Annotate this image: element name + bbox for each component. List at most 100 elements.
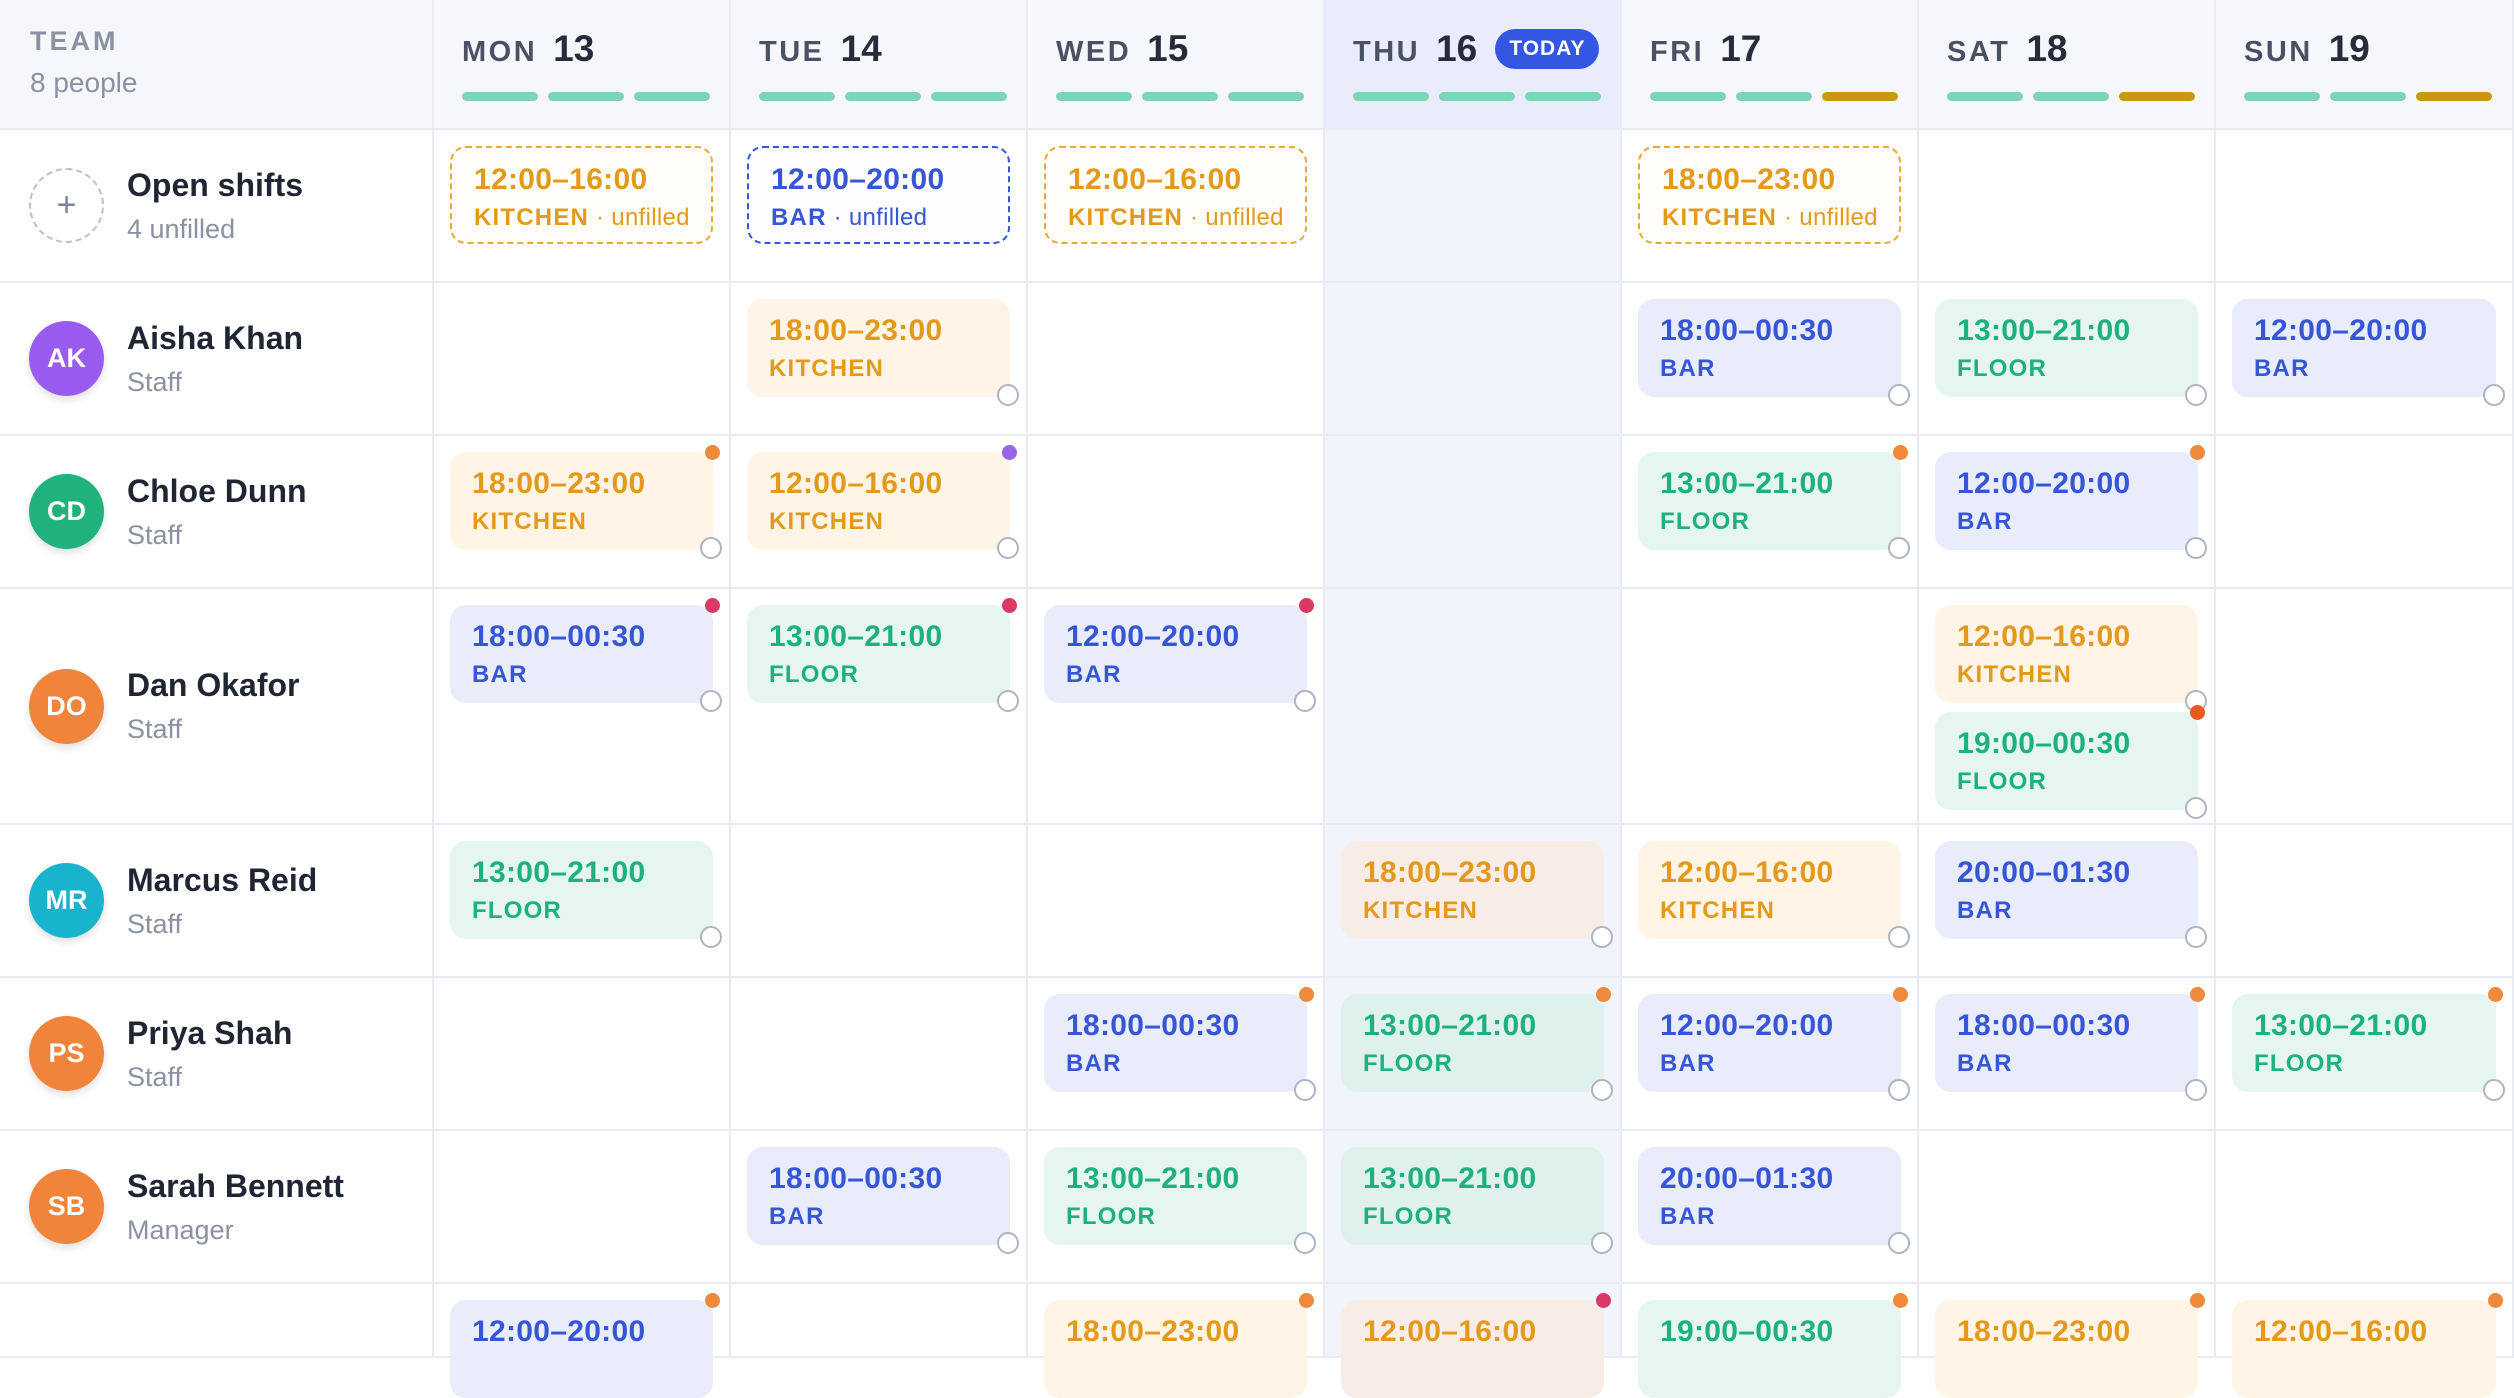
team-member[interactable]	[0, 1284, 434, 1358]
day-header-wed[interactable]: WED 15	[1028, 0, 1325, 130]
schedule-cell[interactable]: 18:00–23:00 KITCHEN	[1325, 825, 1622, 978]
shift-card[interactable]: 13:00–21:00 FLOOR	[1341, 1147, 1613, 1254]
shift-card[interactable]: 18:00–23:00	[1935, 1293, 2205, 1398]
shift-card[interactable]: 18:00–23:00 KITCHEN	[1341, 841, 1613, 948]
schedule-cell[interactable]	[731, 1284, 1028, 1358]
confirm-toggle[interactable]	[1591, 926, 1613, 948]
team-member[interactable]: CD Chloe Dunn Staff	[0, 436, 434, 589]
shift-card[interactable]: 20:00–01:30 BAR	[1638, 1147, 1910, 1254]
shift-card[interactable]: 18:00–00:30 BAR	[747, 1147, 1019, 1254]
schedule-cell[interactable]: 13:00–21:00 FLOOR	[1622, 436, 1919, 589]
schedule-cell[interactable]: 19:00–00:30	[1622, 1284, 1919, 1398]
schedule-cell[interactable]	[1919, 130, 2216, 283]
schedule-cell[interactable]	[1325, 589, 1622, 825]
confirm-toggle[interactable]	[2185, 384, 2207, 406]
schedule-cell[interactable]: 18:00–23:00	[1028, 1284, 1325, 1398]
shift-card[interactable]: 12:00–16:00	[2232, 1293, 2503, 1398]
schedule-cell[interactable]: 18:00–00:30 BAR	[1622, 283, 1919, 436]
confirm-toggle[interactable]	[997, 690, 1019, 712]
shift-card[interactable]: 12:00–20:00 BAR	[1638, 987, 1910, 1101]
shift-card[interactable]: 12:00–16:00 KITCHEN · unfilled	[450, 146, 713, 244]
shift-card[interactable]: 13:00–21:00 FLOOR	[2232, 987, 2505, 1101]
schedule-cell[interactable]	[1919, 1131, 2216, 1284]
day-header-sun[interactable]: SUN 19	[2216, 0, 2514, 130]
schedule-cell[interactable]: 20:00–01:30 BAR	[1919, 825, 2216, 978]
confirm-toggle[interactable]	[1888, 1232, 1910, 1254]
confirm-toggle[interactable]	[2185, 797, 2207, 819]
schedule-cell[interactable]: 12:00–20:00 BAR	[1919, 436, 2216, 589]
schedule-cell[interactable]	[731, 825, 1028, 978]
schedule-cell[interactable]: 18:00–00:30 BAR	[1919, 978, 2216, 1131]
schedule-cell[interactable]	[2216, 436, 2514, 589]
shift-card[interactable]: 13:00–21:00 FLOOR	[1341, 987, 1613, 1101]
schedule-cell[interactable]	[434, 978, 731, 1131]
shift-card[interactable]: 12:00–20:00 BAR	[1935, 445, 2207, 559]
schedule-cell[interactable]: 12:00–20:00 BAR · unfilled	[731, 130, 1028, 283]
shift-card[interactable]: 19:00–00:30	[1638, 1293, 1908, 1398]
schedule-cell[interactable]: 18:00–00:30 BAR	[1028, 978, 1325, 1131]
team-member[interactable]: SB Sarah Bennett Manager	[0, 1131, 434, 1284]
shift-card[interactable]: 12:00–20:00 BAR	[1044, 598, 1316, 712]
confirm-toggle[interactable]	[1888, 537, 1910, 559]
schedule-cell[interactable]	[1028, 283, 1325, 436]
schedule-cell[interactable]: 12:00–16:00	[2216, 1284, 2514, 1398]
schedule-cell[interactable]: 18:00–23:00 KITCHEN · unfilled	[1622, 130, 1919, 283]
shift-card[interactable]: 18:00–00:30 BAR	[1638, 299, 1910, 406]
schedule-cell[interactable]: 18:00–23:00	[1919, 1284, 2216, 1398]
shift-card[interactable]: 18:00–00:30 BAR	[1044, 987, 1316, 1101]
shift-card[interactable]: 12:00–16:00 KITCHEN	[747, 445, 1019, 559]
team-member[interactable]: PS Priya Shah Staff	[0, 978, 434, 1131]
schedule-cell[interactable]: 13:00–21:00 FLOOR	[1919, 283, 2216, 436]
shift-card[interactable]: 18:00–23:00	[1044, 1293, 1314, 1398]
schedule-cell[interactable]: 13:00–21:00 FLOOR	[1325, 978, 1622, 1131]
schedule-cell[interactable]: 13:00–21:00 FLOOR	[2216, 978, 2514, 1131]
schedule-cell[interactable]	[1622, 589, 1919, 825]
schedule-cell[interactable]: 12:00–16:00 KITCHEN	[1622, 825, 1919, 978]
confirm-toggle[interactable]	[997, 1232, 1019, 1254]
confirm-toggle[interactable]	[1591, 1079, 1613, 1101]
confirm-toggle[interactable]	[2483, 384, 2505, 406]
shift-card[interactable]: 13:00–21:00 FLOOR	[450, 841, 722, 948]
add-icon[interactable]: +	[29, 168, 104, 243]
confirm-toggle[interactable]	[2185, 1079, 2207, 1101]
schedule-cell[interactable]: 12:00–20:00 BAR	[1622, 978, 1919, 1131]
schedule-cell[interactable]	[2216, 1131, 2514, 1284]
shift-card[interactable]: 12:00–20:00 BAR · unfilled	[747, 146, 1010, 244]
schedule-cell[interactable]	[2216, 589, 2514, 825]
day-header-fri[interactable]: FRI 17	[1622, 0, 1919, 130]
confirm-toggle[interactable]	[997, 537, 1019, 559]
confirm-toggle[interactable]	[1888, 384, 1910, 406]
confirm-toggle[interactable]	[2185, 537, 2207, 559]
confirm-toggle[interactable]	[2483, 1079, 2505, 1101]
shift-card[interactable]: 13:00–21:00 FLOOR	[747, 598, 1019, 712]
shift-card[interactable]: 12:00–16:00 KITCHEN	[1638, 841, 1910, 948]
schedule-cell[interactable]	[1325, 130, 1622, 283]
confirm-toggle[interactable]	[1294, 690, 1316, 712]
schedule-cell[interactable]: 12:00–16:00 KITCHEN · unfilled	[434, 130, 731, 283]
confirm-toggle[interactable]	[997, 384, 1019, 406]
schedule-cell[interactable]	[434, 283, 731, 436]
schedule-cell[interactable]	[731, 978, 1028, 1131]
shift-card[interactable]: 13:00–21:00 FLOOR	[1935, 299, 2207, 406]
confirm-toggle[interactable]	[700, 690, 722, 712]
schedule-cell[interactable]	[1028, 825, 1325, 978]
shift-card[interactable]: 18:00–00:30 BAR	[1935, 987, 2207, 1101]
schedule-cell[interactable]	[434, 1131, 731, 1284]
confirm-toggle[interactable]	[1888, 926, 1910, 948]
day-header-mon[interactable]: MON 13	[434, 0, 731, 130]
schedule-cell[interactable]: 13:00–21:00 FLOOR	[434, 825, 731, 978]
confirm-toggle[interactable]	[1591, 1232, 1613, 1254]
schedule-cell[interactable]	[1325, 436, 1622, 589]
schedule-cell[interactable]: 20:00–01:30 BAR	[1622, 1131, 1919, 1284]
schedule-cell[interactable]: 18:00–23:00 KITCHEN	[731, 283, 1028, 436]
shift-card[interactable]: 13:00–21:00 FLOOR	[1638, 445, 1910, 559]
team-member[interactable]: DO Dan Okafor Staff	[0, 589, 434, 825]
shift-card[interactable]: 18:00–00:30 BAR	[450, 598, 722, 712]
schedule-cell[interactable]: 18:00–23:00 KITCHEN	[434, 436, 731, 589]
schedule-cell[interactable]: 12:00–20:00	[434, 1284, 731, 1398]
schedule-cell[interactable]: 13:00–21:00 FLOOR	[1325, 1131, 1622, 1284]
shift-card[interactable]: 19:00–00:30 FLOOR	[1935, 705, 2207, 819]
shift-card[interactable]: 12:00–16:00	[1341, 1293, 1611, 1398]
shift-card[interactable]: 12:00–16:00 KITCHEN	[1935, 605, 2207, 712]
shift-card[interactable]: 13:00–21:00 FLOOR	[1044, 1147, 1316, 1254]
